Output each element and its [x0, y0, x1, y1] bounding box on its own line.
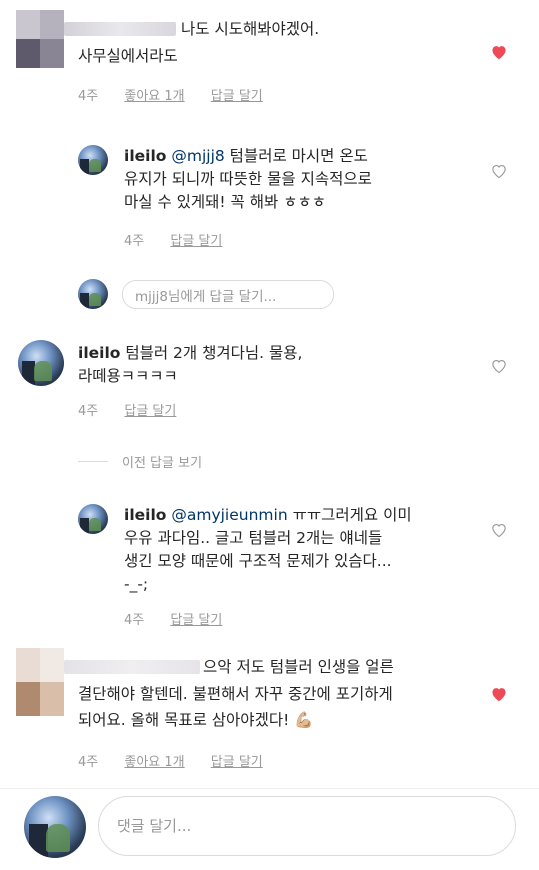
divider: [78, 461, 108, 462]
comment-text: 나도 시도해봐야겠어.: [181, 18, 319, 41]
comment-time: 4주: [78, 755, 99, 770]
comment-line: 나도 시도해봐야겠어.: [181, 20, 320, 38]
comment-line: 생긴 모양 때문에 구조적 문제가 있슴다...: [124, 552, 392, 570]
comment-line: 사무실에서라도: [78, 47, 178, 65]
comment-time: 4주: [78, 404, 99, 419]
comment-line: ㅠㅠ그러게요 이미: [287, 506, 412, 524]
username-blurred[interactable]: [64, 660, 200, 674]
avatar[interactable]: [78, 504, 108, 534]
comment-line: 텀블러 2개 챙겨다님. 물용,: [120, 344, 303, 362]
reply-input[interactable]: mjjj8님에게 답글 달기...: [122, 280, 334, 309]
avatar-blurred[interactable]: [16, 648, 64, 716]
divider: [0, 788, 539, 789]
comment-line: -_-;: [124, 575, 149, 593]
comment-line: 유지가 되니까 따뜻한 물을 지속적으로: [124, 170, 372, 188]
comment-meta: 4주 답글 달기: [124, 230, 222, 249]
heart-outline-icon[interactable]: [490, 163, 508, 179]
avatar[interactable]: [18, 340, 64, 386]
comment-input[interactable]: 댓글 달기...: [98, 796, 516, 856]
reply-link[interactable]: 답글 달기: [170, 234, 222, 249]
mention-link[interactable]: @amyjieunmin: [171, 506, 287, 524]
likes-count-link[interactable]: 좋아요 1개: [124, 89, 184, 104]
heart-filled-icon[interactable]: [490, 686, 508, 702]
comment-text: 유지가 되니까 따뜻한 물을 지속적으로: [124, 168, 372, 191]
view-previous-replies-button[interactable]: 이전 답글 보기: [122, 452, 202, 471]
comment-line: 결단해야 할텐데. 불편해서 자꾸 중간에 포기하게: [78, 685, 393, 703]
reply-link[interactable]: 답글 달기: [124, 404, 176, 419]
comment-text: ileilo @mjjj8 텀블러로 마시면 온도: [124, 145, 368, 168]
comment-text: -_-;: [124, 573, 148, 596]
comment-text: 라떼용ㅋㅋㅋㅋ: [78, 365, 178, 388]
comment-time: 4주: [78, 89, 99, 104]
comment-text: ileilo @amyjieunmin ㅠㅠ그러게요 이미: [124, 504, 412, 527]
mention-link[interactable]: @mjjj8: [171, 147, 224, 165]
comment-line: 텀블러로 마시면 온도: [224, 147, 368, 165]
comment-meta: 4주 답글 달기: [124, 609, 222, 628]
reply-link[interactable]: 답글 달기: [211, 89, 263, 104]
username-blurred[interactable]: [64, 22, 176, 36]
comment-time: 4주: [124, 613, 145, 628]
comment-text: 되어요. 올해 목표로 삼아야겠다! 💪🏼: [78, 709, 314, 732]
comment-meta: 4주 좋아요 1개 답글 달기: [78, 85, 263, 104]
comment-text: ileilo 텀블러 2개 챙겨다님. 물용,: [78, 342, 302, 365]
avatar[interactable]: [78, 145, 108, 175]
comment-line: 마실 수 있게돼! 꼭 해봐 ㅎㅎㅎ: [124, 193, 326, 211]
username-link[interactable]: ileilo: [124, 147, 166, 165]
username-link[interactable]: ileilo: [78, 344, 120, 362]
comment-time: 4주: [124, 234, 145, 249]
avatar: [24, 796, 86, 858]
username-link[interactable]: ileilo: [124, 506, 166, 524]
comment-text: 생긴 모양 때문에 구조적 문제가 있슴다...: [124, 550, 392, 573]
comment-text: 결단해야 할텐데. 불편해서 자꾸 중간에 포기하게: [78, 683, 393, 706]
avatar: [78, 279, 108, 309]
heart-filled-icon[interactable]: [490, 44, 508, 60]
comment-text: 사무실에서라도: [78, 45, 178, 68]
avatar-blurred[interactable]: [16, 10, 64, 68]
comment-line: 되어요. 올해 목표로 삼아야겠다! 💪🏼: [78, 711, 314, 729]
reply-link[interactable]: 답글 달기: [211, 755, 263, 770]
comment-text: 마실 수 있게돼! 꼭 해봐 ㅎㅎㅎ: [124, 191, 326, 214]
comment-line: 으악 저도 텀블러 인생을 얼른: [203, 658, 394, 676]
comment-text: 으악 저도 텀블러 인생을 얼른: [203, 656, 394, 679]
comment-line: 라떼용ㅋㅋㅋㅋ: [78, 367, 178, 385]
comment-meta: 4주 좋아요 1개 답글 달기: [78, 751, 263, 770]
reply-link[interactable]: 답글 달기: [170, 613, 222, 628]
heart-outline-icon[interactable]: [490, 522, 508, 538]
heart-outline-icon[interactable]: [490, 358, 508, 374]
likes-count-link[interactable]: 좋아요 1개: [124, 755, 184, 770]
comment-line: 우유 과다임.. 글고 텀블러 2개는 얘네들: [124, 529, 383, 547]
comment-text: 우유 과다임.. 글고 텀블러 2개는 얘네들: [124, 527, 382, 550]
comment-meta: 4주 답글 달기: [78, 400, 176, 419]
